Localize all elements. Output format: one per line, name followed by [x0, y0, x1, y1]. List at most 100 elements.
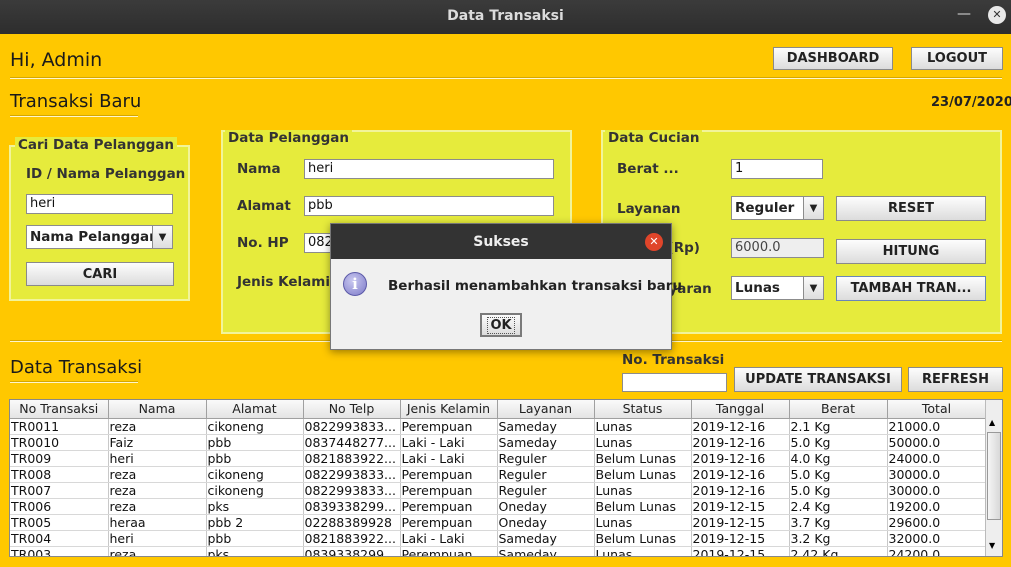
header-divider	[10, 77, 1002, 79]
table-cell: reza	[108, 498, 207, 515]
table-cell: 2.4 Kg	[789, 498, 888, 515]
pembayaran-select[interactable]: Lunas ▼	[731, 276, 824, 300]
table-cell: Lunas	[594, 434, 692, 451]
column-header[interactable]: Total	[887, 400, 987, 419]
table-cell: Laki - Laki	[400, 530, 498, 547]
table-cell: 3.7 Kg	[789, 514, 888, 531]
table-cell: 0822993833...	[303, 466, 401, 483]
table-cell: 0822993833...	[303, 418, 401, 435]
table-cell: 24200.0	[887, 546, 987, 556]
column-header[interactable]: Layanan	[497, 400, 595, 419]
table-cell: pks	[206, 546, 304, 556]
table-cell: Sameday	[497, 434, 595, 451]
info-icon: i	[343, 272, 367, 296]
jenis-kelamin-label: Jenis Kelamin	[237, 274, 340, 290]
current-date: 23/07/2020	[931, 95, 1011, 110]
hitung-button[interactable]: HITUNG	[836, 239, 986, 264]
table-cell: heri	[108, 450, 207, 467]
table-row[interactable]: TR0011 reza cikoneng 0822993833... Perempuan…	[10, 418, 987, 435]
table-cell: TR0010	[10, 434, 109, 451]
table-cell: 5.0 Kg	[789, 434, 888, 451]
column-header[interactable]: Tanggal	[691, 400, 790, 419]
vertical-scrollbar[interactable]: ▲ ▼	[985, 400, 1002, 556]
column-header[interactable]: Berat	[789, 400, 888, 419]
table-cell: Lunas	[594, 418, 692, 435]
scroll-down-icon[interactable]: ▼	[989, 541, 995, 550]
nama-field[interactable]: heri	[304, 159, 554, 179]
table-cell: TR005	[10, 514, 109, 531]
column-header[interactable]: No Transaksi	[10, 400, 109, 419]
ok-button[interactable]: OK	[480, 313, 522, 337]
table-row[interactable]: TR007 reza cikoneng 0822993833... Perempuan R…	[10, 482, 987, 499]
table-cell: Belum Lunas	[594, 450, 692, 467]
transaksi-table[interactable]: No Transaksi Nama Alamat No Telp Jenis Kelam…	[9, 399, 1003, 557]
table-cell: 30000.0	[887, 466, 987, 483]
table-cell: TR0011	[10, 418, 109, 435]
table-cell: 2019-12-16	[691, 482, 790, 499]
logout-button[interactable]: LOGOUT	[911, 47, 1003, 70]
scroll-up-icon[interactable]: ▲	[989, 418, 995, 427]
table-cell: Lunas	[594, 482, 692, 499]
table-cell: 0822993833...	[303, 482, 401, 499]
dialog-close-icon[interactable]: ✕	[645, 233, 663, 251]
table-row[interactable]: TR009 heri pbb 0821883922... Laki - Laki Regu…	[10, 450, 987, 467]
window-close-icon[interactable]: ✕	[988, 6, 1006, 24]
tambah-transaksi-button[interactable]: TAMBAH TRAN...	[836, 276, 986, 301]
table-cell: 29600.0	[887, 514, 987, 531]
column-header[interactable]: No Telp	[303, 400, 401, 419]
table-cell: 2.42 Kg	[789, 546, 888, 556]
table-row[interactable]: TR006 reza pks 0839338299... Perempuan Oneday…	[10, 498, 987, 515]
refresh-button[interactable]: REFRESH	[908, 367, 1003, 392]
harga-field[interactable]: 6000.0	[731, 238, 824, 258]
table-cell: Belum Lunas	[594, 530, 692, 547]
table-row[interactable]: TR005 heraa pbb 2 02288389928 Perempuan Oneda…	[10, 514, 987, 531]
chevron-down-icon: ▼	[152, 226, 172, 248]
table-row[interactable]: TR008 reza cikoneng 0822993833... Perempuan R…	[10, 466, 987, 483]
berat-field[interactable]: 1	[731, 159, 823, 179]
alamat-field[interactable]: pbb	[304, 196, 554, 216]
table-cell: Perempuan	[400, 514, 498, 531]
table-cell: TR006	[10, 498, 109, 515]
layanan-value: Reguler	[735, 200, 795, 216]
table-cell: 3.2 Kg	[789, 530, 888, 547]
search-by-select[interactable]: Nama Pelanggan ▼	[26, 225, 173, 249]
table-cell: 30000.0	[887, 482, 987, 499]
table-cell: Sameday	[497, 530, 595, 547]
minimize-icon[interactable]: —	[956, 6, 972, 24]
table-row[interactable]: TR003 reza pks 0839338299... Perempuan Sameda…	[10, 546, 987, 556]
window-titlebar: Data Transaksi — ✕	[0, 0, 1011, 34]
column-header[interactable]: Jenis Kelamin	[400, 400, 498, 419]
table-cell: heraa	[108, 514, 207, 531]
table-row[interactable]: TR0010 Faiz pbb 0837448277... Laki - Laki Sam…	[10, 434, 987, 451]
cari-button[interactable]: CARI	[26, 262, 174, 286]
layanan-label: Layanan	[617, 201, 681, 217]
update-transaksi-button[interactable]: UPDATE TRANSAKSI	[734, 367, 902, 392]
table-cell: pbb 2	[206, 514, 304, 531]
column-header[interactable]: Status	[594, 400, 692, 419]
table-cell: 2.1 Kg	[789, 418, 888, 435]
scrollbar-thumb[interactable]	[987, 432, 1001, 520]
table-cell: Oneday	[497, 514, 595, 531]
table-cell: cikoneng	[206, 466, 304, 483]
column-header[interactable]: Nama	[108, 400, 207, 419]
table-cell: Perempuan	[400, 546, 498, 556]
ok-button-label: OK	[487, 316, 515, 334]
table-cell: heri	[108, 530, 207, 547]
table-cell: Reguler	[497, 466, 595, 483]
greeting: Hi, Admin	[10, 49, 103, 71]
reset-button[interactable]: RESET	[836, 196, 986, 221]
table-cell: cikoneng	[206, 482, 304, 499]
layanan-select[interactable]: Reguler ▼	[731, 196, 824, 220]
column-header[interactable]: Alamat	[206, 400, 304, 419]
id-nama-label: ID / Nama Pelanggan	[26, 166, 186, 182]
table-cell: Laki - Laki	[400, 450, 498, 467]
table-cell: 19200.0	[887, 498, 987, 515]
no-transaksi-input[interactable]	[622, 373, 727, 392]
table-cell: 0837448277...	[303, 434, 401, 451]
table-cell: Perempuan	[400, 482, 498, 499]
dashboard-button[interactable]: DASHBOARD	[773, 47, 893, 70]
table-row[interactable]: TR004 heri pbb 0821883922... Laki - Laki Same…	[10, 530, 987, 547]
search-input[interactable]: heri	[26, 194, 173, 214]
pelanggan-panel-title: Data Pelanggan	[225, 130, 353, 146]
search-by-value: Nama Pelanggan	[30, 229, 159, 245]
